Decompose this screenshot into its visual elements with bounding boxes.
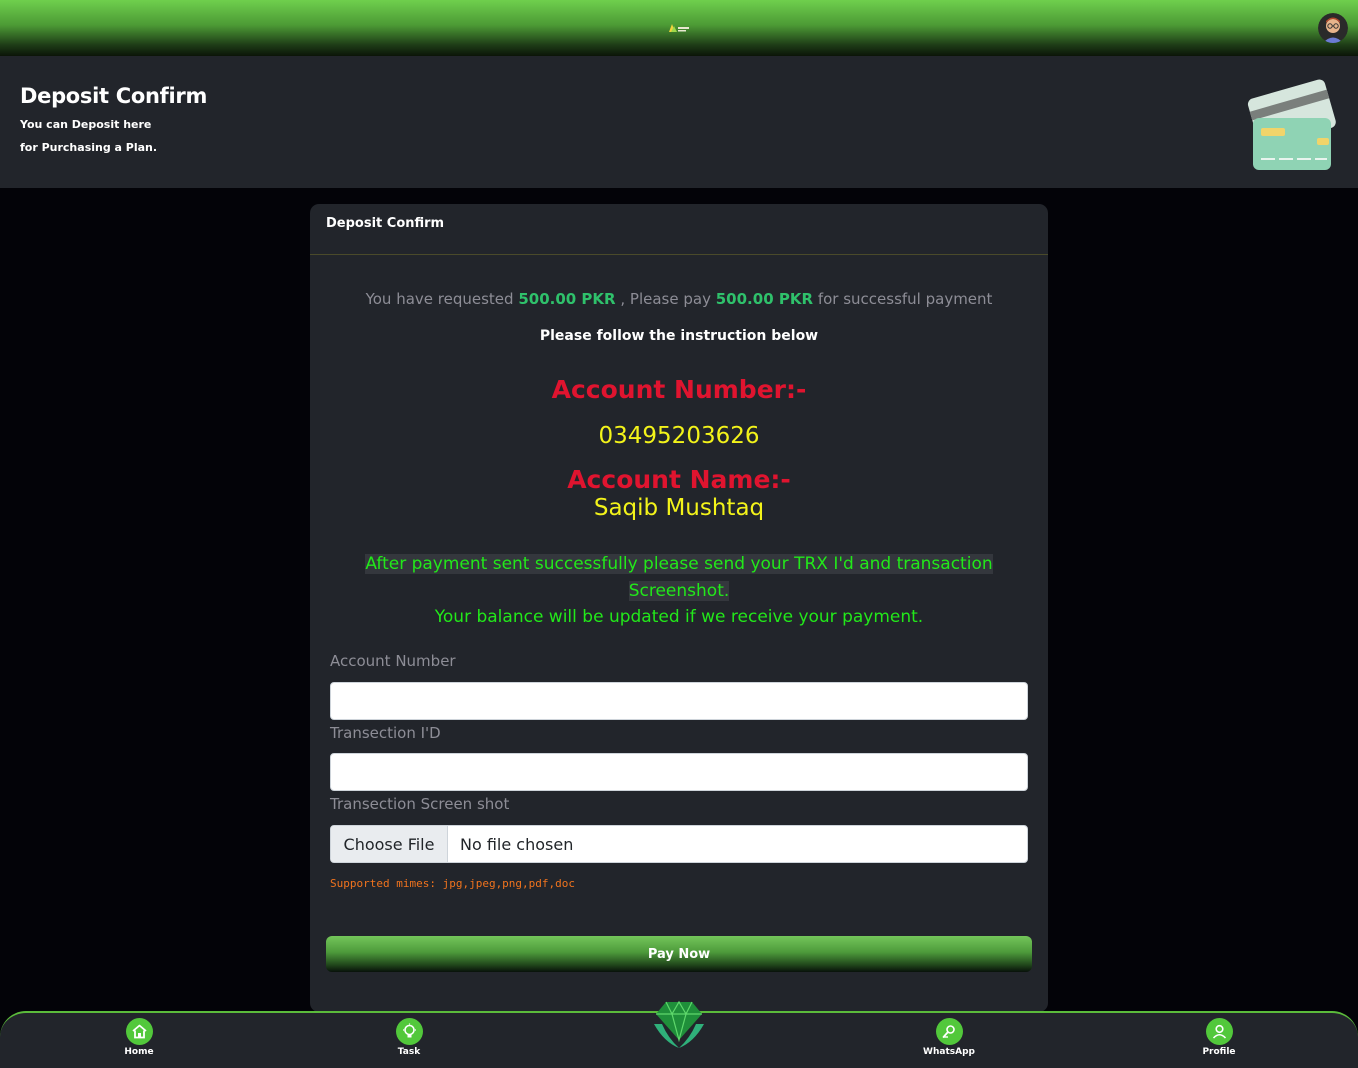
profile-icon bbox=[1205, 1018, 1233, 1045]
payment-note-text2: Screenshot. bbox=[628, 581, 730, 601]
brand-logo-icon[interactable] bbox=[667, 22, 691, 34]
screenshot-label: Transection Screen shot bbox=[330, 795, 510, 813]
user-avatar-icon[interactable] bbox=[1318, 13, 1348, 43]
nav-item-task[interactable]: Task bbox=[369, 1018, 449, 1057]
nav-item-home[interactable]: Home bbox=[99, 1018, 179, 1057]
payment-note-line2: Screenshot. bbox=[310, 581, 1048, 601]
payment-note-line3: Your balance will be updated if we recei… bbox=[434, 607, 924, 627]
instruction-heading: Please follow the instruction below bbox=[539, 328, 819, 344]
request-summary: You have requested 500.00 PKR , Please p… bbox=[310, 290, 1048, 308]
panel-header: Deposit Confirm bbox=[310, 204, 1048, 255]
supported-mimes-hint: Supported mimes: jpg,jpeg,png,pdf,doc bbox=[330, 877, 576, 890]
account-name-heading: Account Name:- bbox=[567, 465, 791, 494]
file-status-text: No file chosen bbox=[460, 834, 574, 854]
nav-label-home: Home bbox=[124, 1047, 154, 1057]
transaction-id-label: Transection I'D bbox=[330, 724, 441, 742]
account-name-value: Saqib Mushtaq bbox=[593, 495, 765, 521]
nav-item-profile[interactable]: Profile bbox=[1179, 1018, 1259, 1057]
choose-file-button[interactable]: Choose File bbox=[331, 826, 448, 862]
whatsapp-icon bbox=[935, 1018, 963, 1045]
nav-label-whatsapp: WhatsApp bbox=[923, 1047, 975, 1057]
diamond-icon[interactable] bbox=[650, 998, 708, 1052]
pay-now-button[interactable]: Pay Now bbox=[326, 936, 1032, 972]
pay-amount: 500.00 PKR bbox=[715, 290, 814, 308]
lightbulb-icon bbox=[395, 1018, 423, 1045]
screenshot-file-input[interactable]: Choose File No file chosen bbox=[330, 825, 1028, 863]
payment-note-text1: After payment sent successfully please s… bbox=[365, 554, 993, 574]
account-number-input[interactable] bbox=[330, 682, 1028, 720]
payment-note-line1: After payment sent successfully please s… bbox=[310, 554, 1048, 574]
page-subtitle-line2: for Purchasing a Plan. bbox=[20, 141, 158, 154]
account-number-label: Account Number bbox=[330, 652, 456, 670]
panel-title: Deposit Confirm bbox=[326, 216, 445, 231]
request-suffix: for successful payment bbox=[817, 290, 993, 308]
page-banner bbox=[0, 56, 1358, 188]
nav-label-profile: Profile bbox=[1202, 1047, 1236, 1057]
transaction-id-input[interactable] bbox=[330, 753, 1028, 791]
deposit-confirm-panel: Deposit Confirm You have requested 500.0… bbox=[310, 204, 1048, 1012]
request-prefix: You have requested bbox=[365, 290, 514, 308]
account-number-heading: Account Number:- bbox=[551, 375, 807, 404]
nav-label-task: Task bbox=[397, 1047, 421, 1057]
account-number-value: 03495203626 bbox=[598, 423, 760, 449]
page-subtitle-line1: You can Deposit here bbox=[20, 118, 152, 131]
top-bar bbox=[0, 0, 1358, 56]
request-middle: , Please pay bbox=[620, 290, 711, 308]
page-title: Deposit Confirm bbox=[20, 84, 208, 108]
credit-card-icon bbox=[1247, 79, 1336, 170]
nav-item-whatsapp[interactable]: WhatsApp bbox=[909, 1018, 989, 1057]
requested-amount: 500.00 PKR bbox=[518, 290, 616, 308]
home-icon bbox=[125, 1018, 153, 1045]
